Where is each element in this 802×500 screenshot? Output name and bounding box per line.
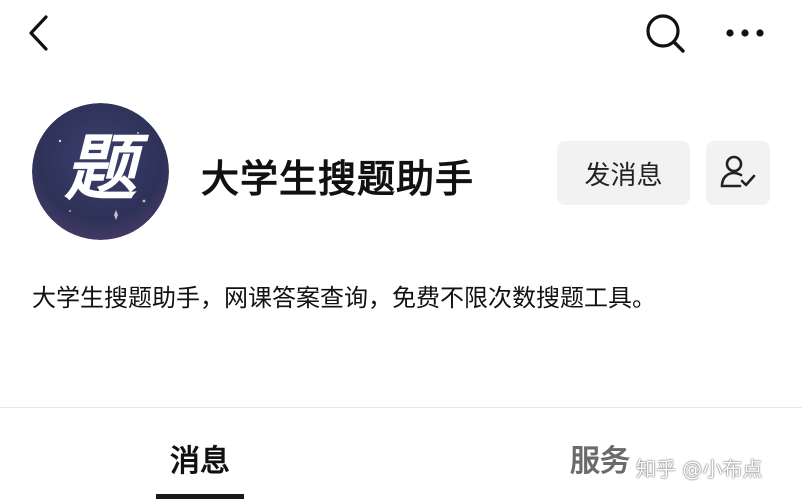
back-button[interactable] — [22, 12, 58, 54]
top-bar — [0, 0, 802, 70]
chevron-left-icon — [29, 15, 48, 51]
tab-messages[interactable]: 消息 — [170, 436, 230, 480]
avatar[interactable]: 题 — [32, 103, 169, 240]
section-divider — [0, 407, 802, 408]
more-horizontal-icon — [726, 29, 764, 37]
active-tab-indicator — [156, 494, 244, 499]
account-description: 大学生搜题助手，网课答案查询，免费不限次数搜题工具。 — [32, 284, 656, 312]
send-message-button[interactable]: 发消息 — [557, 141, 690, 205]
search-button[interactable] — [642, 10, 688, 56]
tab-services[interactable]: 服务 — [570, 436, 630, 480]
search-icon — [646, 14, 685, 53]
user-check-icon — [720, 155, 756, 188]
more-button[interactable] — [722, 18, 768, 48]
account-name: 大学生搜题助手 — [201, 157, 475, 201]
follow-status-button[interactable] — [706, 141, 770, 205]
watermark: 知乎 @小布点 — [636, 457, 763, 481]
